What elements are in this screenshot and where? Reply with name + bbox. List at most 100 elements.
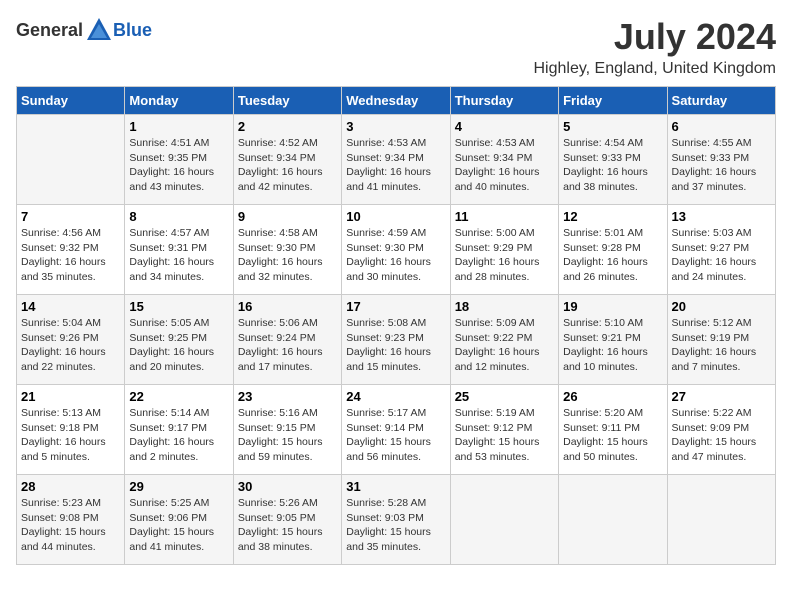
- day-number: 6: [672, 119, 771, 134]
- calendar-cell: 19Sunrise: 5:10 AM Sunset: 9:21 PM Dayli…: [559, 295, 667, 385]
- calendar-cell: 6Sunrise: 4:55 AM Sunset: 9:33 PM Daylig…: [667, 115, 775, 205]
- day-info: Sunrise: 5:22 AM Sunset: 9:09 PM Dayligh…: [672, 406, 771, 465]
- day-info: Sunrise: 5:03 AM Sunset: 9:27 PM Dayligh…: [672, 226, 771, 285]
- col-saturday: Saturday: [667, 87, 775, 115]
- calendar-cell: [559, 475, 667, 565]
- day-number: 15: [129, 299, 228, 314]
- calendar-cell: 13 Sunrise: 5:03 AM Sunset: 9:27 PM Dayli…: [667, 205, 775, 295]
- day-info: Sunrise: 4:58 AM Sunset: 9:30 PM Dayligh…: [238, 226, 337, 285]
- day-number: 31: [346, 479, 445, 494]
- day-number: 18: [455, 299, 554, 314]
- calendar-cell: 3Sunrise: 4:53 AM Sunset: 9:34 PM Daylig…: [342, 115, 450, 205]
- day-number: 29: [129, 479, 228, 494]
- day-number: 28: [21, 479, 120, 494]
- page-header: General Blue July 2024 Highley, England,…: [16, 16, 776, 78]
- calendar-cell: 29 Sunrise: 5:25 AM Sunset: 9:06 PM Dayli…: [125, 475, 233, 565]
- calendar-week-row: 14 Sunrise: 5:04 AM Sunset: 9:26 PM Dayli…: [17, 295, 776, 385]
- calendar-cell: 9 Sunrise: 4:58 AM Sunset: 9:30 PM Daylig…: [233, 205, 341, 295]
- location-subtitle: Highley, England, United Kingdom: [533, 60, 776, 78]
- calendar-cell: 14 Sunrise: 5:04 AM Sunset: 9:26 PM Dayli…: [17, 295, 125, 385]
- calendar-week-row: 21 Sunrise: 5:13 AM Sunset: 9:18 PM Dayli…: [17, 385, 776, 475]
- day-info: Sunrise: 4:51 AM Sunset: 9:35 PM Dayligh…: [129, 136, 228, 195]
- calendar-cell: 16Sunrise: 5:06 AM Sunset: 9:24 PM Dayli…: [233, 295, 341, 385]
- day-number: 11: [455, 209, 554, 224]
- day-info: Sunrise: 5:12 AM Sunset: 9:19 PM Dayligh…: [672, 316, 771, 375]
- col-sunday: Sunday: [17, 87, 125, 115]
- col-tuesday: Tuesday: [233, 87, 341, 115]
- day-info: Sunrise: 4:53 AM Sunset: 9:34 PM Dayligh…: [346, 136, 445, 195]
- calendar-cell: 10Sunrise: 4:59 AM Sunset: 9:30 PM Dayli…: [342, 205, 450, 295]
- calendar-week-row: 7Sunrise: 4:56 AM Sunset: 9:32 PM Daylig…: [17, 205, 776, 295]
- calendar-cell: 27 Sunrise: 5:22 AM Sunset: 9:09 PM Dayli…: [667, 385, 775, 475]
- day-number: 8: [129, 209, 228, 224]
- day-number: 27: [672, 389, 771, 404]
- day-number: 5: [563, 119, 662, 134]
- day-number: 22: [129, 389, 228, 404]
- day-number: 1: [129, 119, 228, 134]
- day-info: Sunrise: 5:16 AM Sunset: 9:15 PM Dayligh…: [238, 406, 337, 465]
- day-number: 24: [346, 389, 445, 404]
- day-number: 14: [21, 299, 120, 314]
- calendar-cell: 12 Sunrise: 5:01 AM Sunset: 9:28 PM Dayli…: [559, 205, 667, 295]
- logo-icon: [85, 16, 113, 44]
- calendar-cell: 25Sunrise: 5:19 AM Sunset: 9:12 PM Dayli…: [450, 385, 558, 475]
- day-info: Sunrise: 5:28 AM Sunset: 9:03 PM Dayligh…: [346, 496, 445, 555]
- calendar-table: Sunday Monday Tuesday Wednesday Thursday…: [16, 86, 776, 565]
- day-number: 17: [346, 299, 445, 314]
- logo-blue-text: Blue: [113, 20, 152, 41]
- calendar-cell: 18 Sunrise: 5:09 AM Sunset: 9:22 PM Dayli…: [450, 295, 558, 385]
- day-number: 30: [238, 479, 337, 494]
- calendar-cell: 22 Sunrise: 5:14 AM Sunset: 9:17 PM Dayli…: [125, 385, 233, 475]
- header-row: Sunday Monday Tuesday Wednesday Thursday…: [17, 87, 776, 115]
- calendar-cell: 7Sunrise: 4:56 AM Sunset: 9:32 PM Daylig…: [17, 205, 125, 295]
- day-info: Sunrise: 5:10 AM Sunset: 9:21 PM Dayligh…: [563, 316, 662, 375]
- calendar-cell: [667, 475, 775, 565]
- calendar-cell: 20 Sunrise: 5:12 AM Sunset: 9:19 PM Dayli…: [667, 295, 775, 385]
- day-info: Sunrise: 5:14 AM Sunset: 9:17 PM Dayligh…: [129, 406, 228, 465]
- day-number: 21: [21, 389, 120, 404]
- day-info: Sunrise: 5:20 AM Sunset: 9:11 PM Dayligh…: [563, 406, 662, 465]
- day-info: Sunrise: 5:08 AM Sunset: 9:23 PM Dayligh…: [346, 316, 445, 375]
- logo: General Blue: [16, 16, 152, 44]
- day-info: Sunrise: 5:04 AM Sunset: 9:26 PM Dayligh…: [21, 316, 120, 375]
- calendar-cell: 11Sunrise: 5:00 AM Sunset: 9:29 PM Dayli…: [450, 205, 558, 295]
- calendar-cell: 24Sunrise: 5:17 AM Sunset: 9:14 PM Dayli…: [342, 385, 450, 475]
- calendar-week-row: 28 Sunrise: 5:23 AM Sunset: 9:08 PM Dayli…: [17, 475, 776, 565]
- calendar-cell: 15 Sunrise: 5:05 AM Sunset: 9:25 PM Dayli…: [125, 295, 233, 385]
- day-info: Sunrise: 4:57 AM Sunset: 9:31 PM Dayligh…: [129, 226, 228, 285]
- calendar-week-row: 1 Sunrise: 4:51 AM Sunset: 9:35 PM Daylig…: [17, 115, 776, 205]
- day-info: Sunrise: 5:25 AM Sunset: 9:06 PM Dayligh…: [129, 496, 228, 555]
- calendar-cell: 2 Sunrise: 4:52 AM Sunset: 9:34 PM Daylig…: [233, 115, 341, 205]
- calendar-cell: 17 Sunrise: 5:08 AM Sunset: 9:23 PM Dayli…: [342, 295, 450, 385]
- day-info: Sunrise: 5:23 AM Sunset: 9:08 PM Dayligh…: [21, 496, 120, 555]
- calendar-cell: [17, 115, 125, 205]
- calendar-cell: 4 Sunrise: 4:53 AM Sunset: 9:34 PM Daylig…: [450, 115, 558, 205]
- day-info: Sunrise: 4:59 AM Sunset: 9:30 PM Dayligh…: [346, 226, 445, 285]
- day-info: Sunrise: 4:54 AM Sunset: 9:33 PM Dayligh…: [563, 136, 662, 195]
- day-info: Sunrise: 5:09 AM Sunset: 9:22 PM Dayligh…: [455, 316, 554, 375]
- day-number: 2: [238, 119, 337, 134]
- day-info: Sunrise: 4:53 AM Sunset: 9:34 PM Dayligh…: [455, 136, 554, 195]
- calendar-cell: 28 Sunrise: 5:23 AM Sunset: 9:08 PM Dayli…: [17, 475, 125, 565]
- day-info: Sunrise: 5:13 AM Sunset: 9:18 PM Dayligh…: [21, 406, 120, 465]
- day-info: Sunrise: 4:52 AM Sunset: 9:34 PM Dayligh…: [238, 136, 337, 195]
- day-number: 12: [563, 209, 662, 224]
- calendar-cell: 8 Sunrise: 4:57 AM Sunset: 9:31 PM Daylig…: [125, 205, 233, 295]
- day-number: 20: [672, 299, 771, 314]
- day-number: 4: [455, 119, 554, 134]
- day-info: Sunrise: 4:56 AM Sunset: 9:32 PM Dayligh…: [21, 226, 120, 285]
- calendar-cell: 23Sunrise: 5:16 AM Sunset: 9:15 PM Dayli…: [233, 385, 341, 475]
- calendar-cell: [450, 475, 558, 565]
- day-number: 13: [672, 209, 771, 224]
- calendar-cell: 1 Sunrise: 4:51 AM Sunset: 9:35 PM Daylig…: [125, 115, 233, 205]
- day-number: 16: [238, 299, 337, 314]
- col-friday: Friday: [559, 87, 667, 115]
- logo-general-text: General: [16, 20, 83, 41]
- calendar-cell: 5 Sunrise: 4:54 AM Sunset: 9:33 PM Daylig…: [559, 115, 667, 205]
- day-number: 9: [238, 209, 337, 224]
- col-monday: Monday: [125, 87, 233, 115]
- day-info: Sunrise: 5:01 AM Sunset: 9:28 PM Dayligh…: [563, 226, 662, 285]
- day-info: Sunrise: 5:05 AM Sunset: 9:25 PM Dayligh…: [129, 316, 228, 375]
- col-wednesday: Wednesday: [342, 87, 450, 115]
- title-section: July 2024 Highley, England, United Kingd…: [533, 16, 776, 78]
